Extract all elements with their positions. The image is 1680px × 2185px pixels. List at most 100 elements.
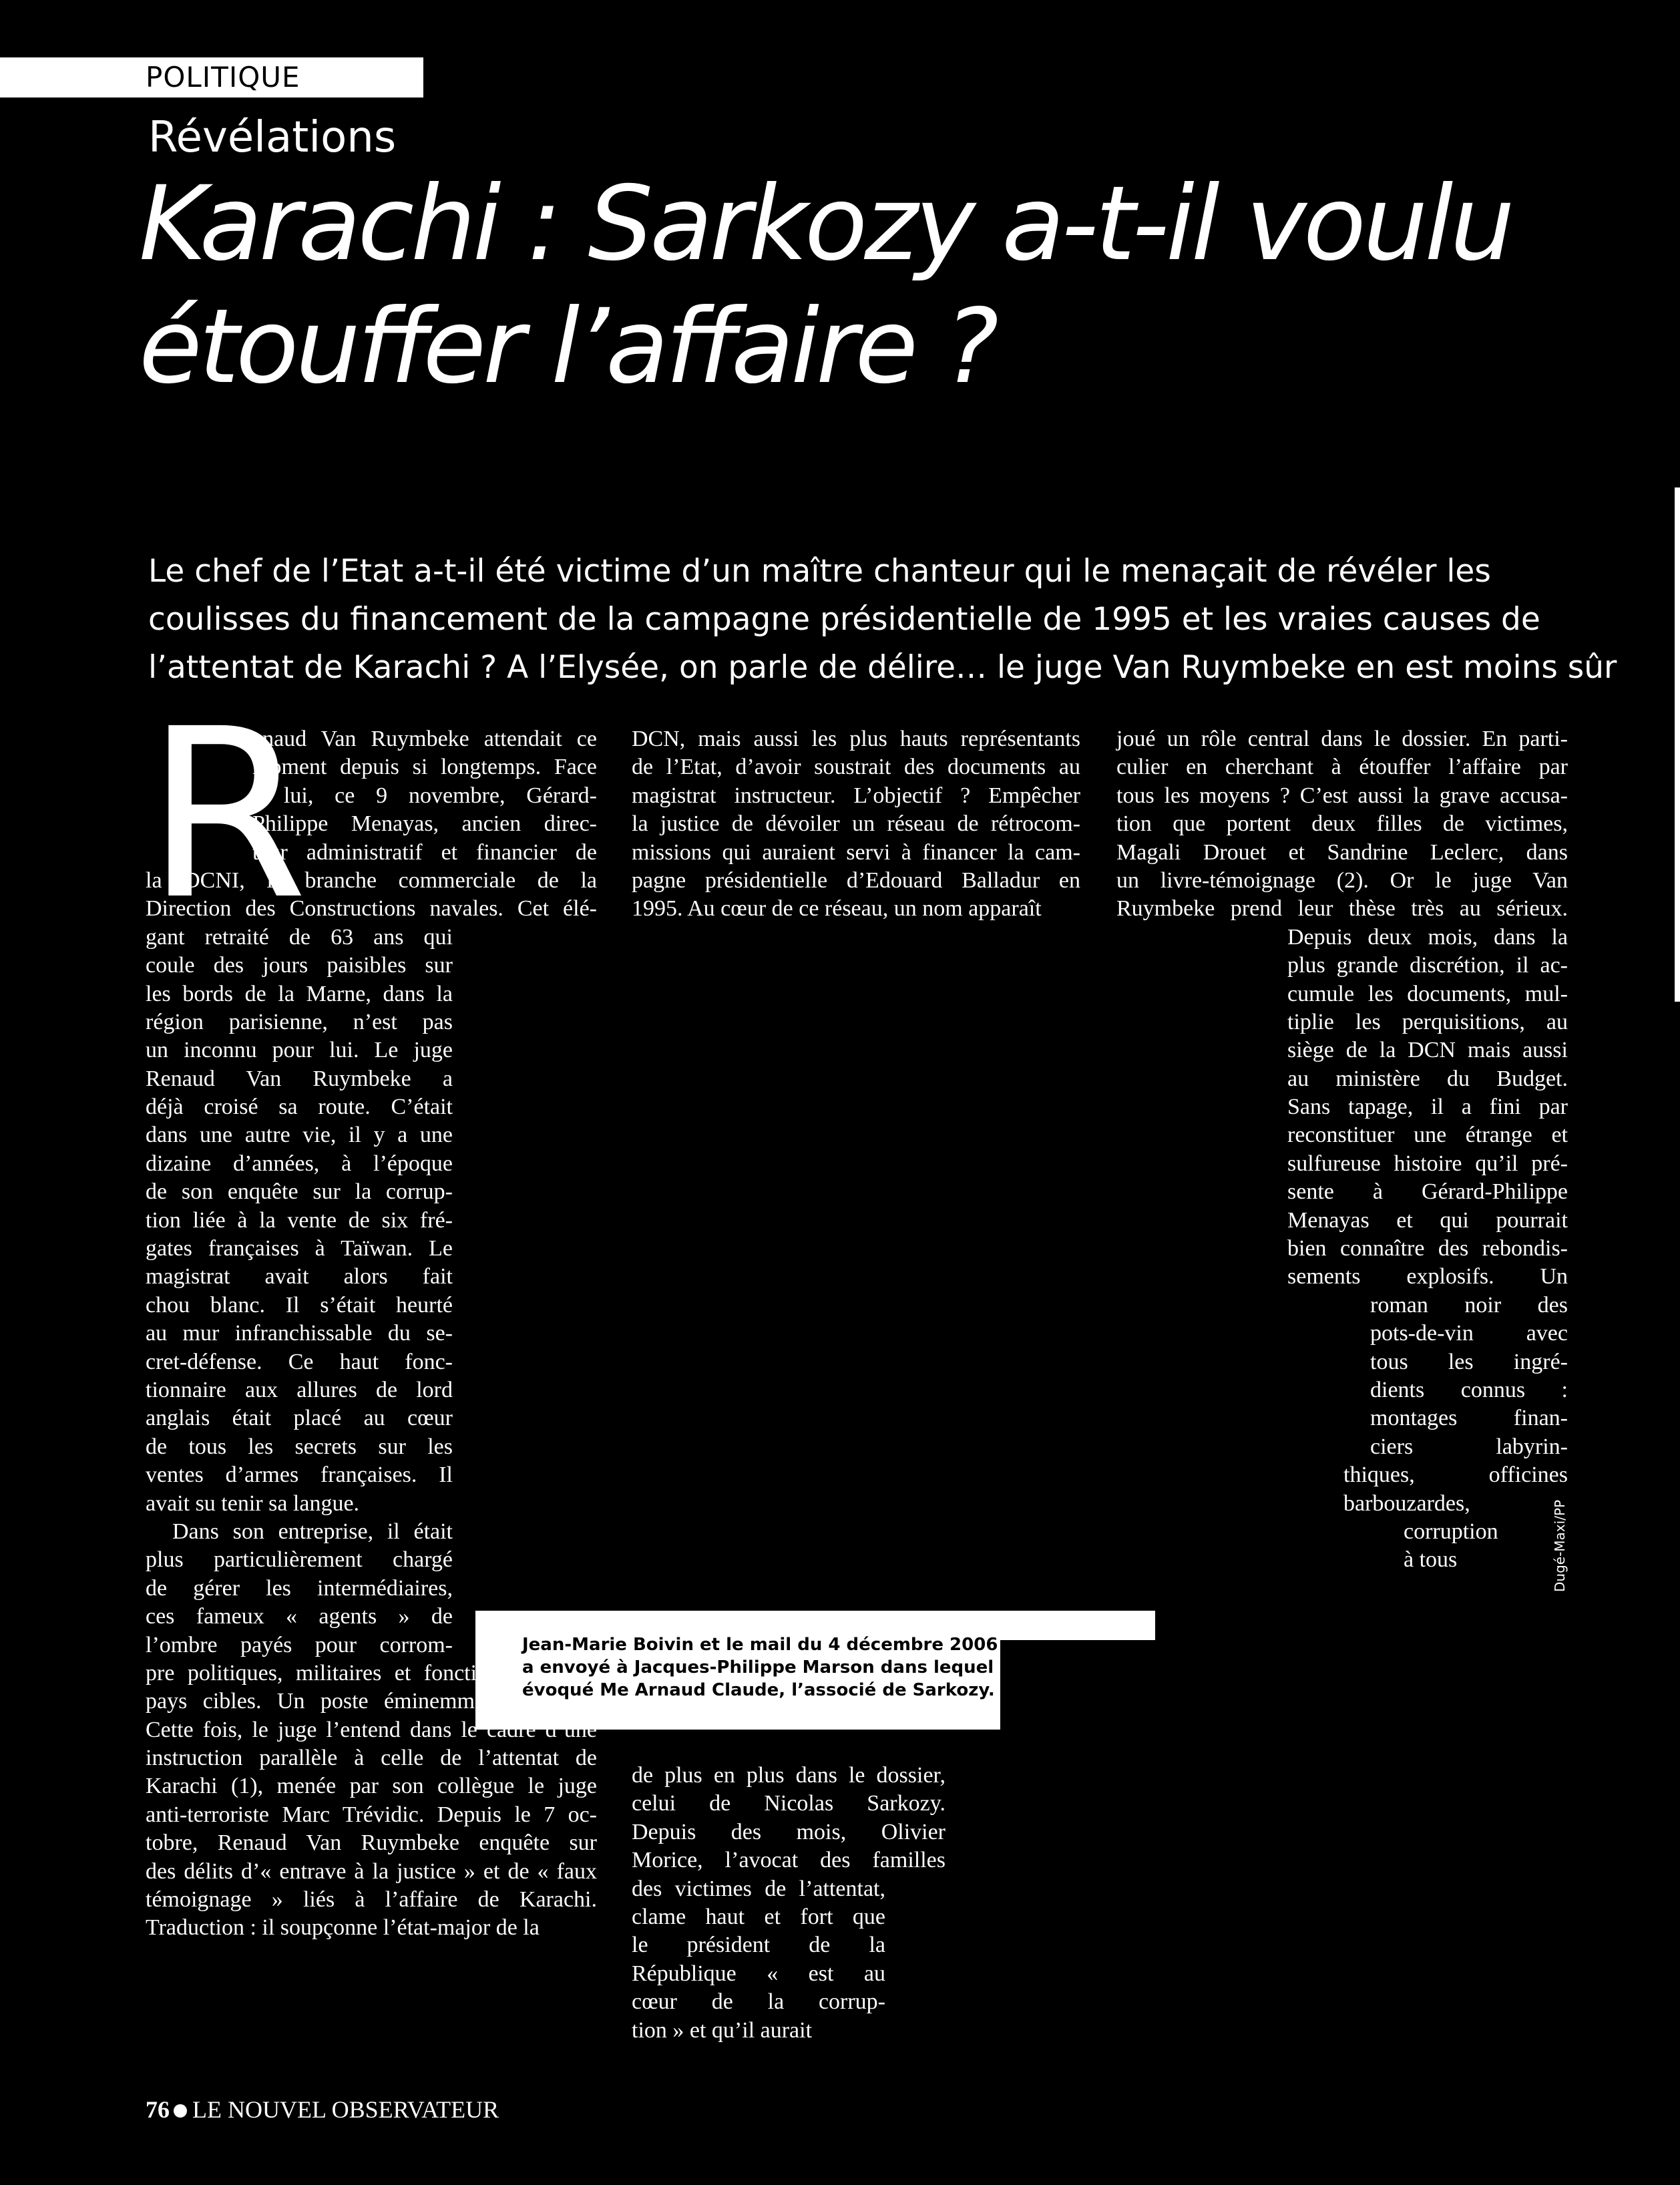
caption-line: a envoyé à Jacques-Philippe Marson dans … [522, 1657, 1030, 1677]
text-line: anglais était placé au cœur [146, 1406, 453, 1431]
text-line: des délits d’« entrave à la justice » et… [146, 1858, 597, 1884]
text-line: de tous les secrets sur les [146, 1434, 453, 1459]
article-column-2-top: DCN, mais aussi les plus hauts représent… [632, 725, 1080, 924]
article-column-2-bottom: de plus en plus dans le dossier, celui de… [632, 1762, 946, 2045]
text-line: cœur de la corrup- [632, 1989, 885, 2015]
text-line: au mur infranchissable du se- [146, 1321, 453, 1346]
text-line: Depuis deux mois, dans la [1287, 924, 1568, 950]
text-line: bien connaître des rebondis- [1287, 1236, 1568, 1261]
standfirst-line: Le chef de l’Etat a-t-il été victime d’u… [148, 553, 1491, 590]
text-line: dizaine d’années, à l’époque [146, 1151, 453, 1176]
text-line: dans une autre vie, il y a une [146, 1123, 453, 1148]
text-line: Traduction : il soupçonne l’état-major d… [146, 1915, 540, 1941]
text-line: Depuis des mois, Olivier [632, 1819, 946, 1844]
text-line: Dans son entreprise, il était [172, 1519, 453, 1544]
bullet-icon [174, 2104, 187, 2118]
text-line: cumule les documents, mul- [1287, 981, 1568, 1006]
text-line: tionnaire aux allures de lord [146, 1377, 453, 1402]
text-line: des victimes de l’attentat, [632, 1876, 885, 1901]
page-edge-rule [1675, 487, 1680, 1002]
text-line: barbouzardes, [1343, 1491, 1470, 1516]
text-line: déjà croisé sa route. C’était [146, 1095, 453, 1120]
text-line: moment depuis si longtemps. Face [252, 755, 597, 780]
text-line: Karachi (1), menée par son collègue le j… [146, 1774, 597, 1799]
text-line: de plus en plus dans le dossier, [632, 1763, 946, 1788]
text-line: ces fameux « agents » de [146, 1604, 453, 1629]
text-line: plus grande discrétion, il ac- [1287, 953, 1568, 978]
text-line: pagne présidentielle d’Edouard Balladur … [632, 867, 1080, 893]
text-line: ciers labyrin- [1370, 1434, 1568, 1459]
text-line: siège de la DCN mais aussi [1287, 1038, 1568, 1063]
article-column-1: enaud Van Ruymbeke attendait ce moment de… [146, 725, 597, 1943]
text-line: Menayas et qui pourrait [1287, 1207, 1568, 1233]
text-line: missions qui auraient servi à financer l… [632, 839, 1080, 865]
text-line: teur administratif et financier de [252, 839, 597, 865]
publication-name: LE NOUVEL OBSERVATEUR [192, 2096, 499, 2123]
text-line: thiques, officines [1343, 1462, 1568, 1488]
text-line: à tous [1404, 1547, 1458, 1573]
text-line: magistrat avait alors fait [146, 1264, 453, 1289]
text-line: Sans tapage, il a fini par [1287, 1095, 1568, 1120]
headline-line: Karachi : Sarkozy a-t-il voulu [139, 164, 1515, 284]
text-line: sements explosifs. Un [1287, 1264, 1568, 1289]
photo-caption: Jean-Marie Boivin et le mail du 4 décemb… [475, 1611, 1048, 1730]
text-line: joué un rôle central dans le dossier. En… [1116, 727, 1568, 751]
text-line: témoignage » liés à l’affaire de Karachi… [146, 1887, 597, 1913]
folio: 76 LE NOUVEL OBSERVATEUR [146, 2096, 499, 2124]
text-line: Direction des Constructions navales. Cet… [146, 896, 597, 922]
text-line: sulfureuse histoire qu’il pré- [1287, 1151, 1568, 1176]
text-line: tobre, Renaud Van Ruymbeke enquête sur [146, 1830, 597, 1856]
text-line: corruption [1404, 1519, 1498, 1544]
text-line: Magali Drouet et Sandrine Leclerc, dans [1116, 839, 1568, 865]
text-line: la DCNI, la branche commerciale de la [146, 867, 597, 893]
kicker: Révélations [148, 113, 397, 162]
text-line: tiplie les perquisitions, au [1287, 1009, 1568, 1034]
text-line: coule des jours paisibles sur [146, 953, 453, 978]
text-line: gates françaises à Taïwan. Le [146, 1236, 453, 1261]
standfirst-line: l’attentat de Karachi ? A l’Elysée, on p… [148, 649, 1617, 686]
text-line: magistrat instructeur. L’objectif ? Empê… [632, 783, 1080, 808]
text-line: la justice de dévoiler un réseau de rétr… [632, 811, 1080, 837]
caption-box-tab [1000, 1611, 1155, 1640]
caption-line: évoqué Me Arnaud Claude, l’associé de Sa… [522, 1680, 995, 1700]
text-line: ventes d’armes françaises. Il [146, 1462, 453, 1488]
text-line: pots-de-vin avec [1370, 1321, 1568, 1346]
text-line: DCN, mais aussi les plus hauts représent… [632, 727, 1080, 751]
text-line: République « est au [632, 1961, 885, 1986]
headline-line: étouffer l’affaire ? [139, 287, 999, 407]
text-line: chou blanc. Il s’était heurté [146, 1292, 453, 1318]
text-line: Morice, l’avocat des familles [632, 1848, 946, 1873]
text-line: culier en cherchant à étouffer l’affaire… [1116, 755, 1568, 780]
text-line: reconstituer une étrange et [1287, 1123, 1568, 1148]
standfirst: Le chef de l’Etat a-t-il été victime d’u… [148, 548, 1617, 692]
text-line: tion » et qu’il aurait [632, 2017, 813, 2043]
text-line: avait su tenir sa langue. [146, 1491, 360, 1516]
text-line: tion liée à la vente de six fré- [146, 1207, 453, 1233]
text-line: celui de Nicolas Sarkozy. [632, 1791, 946, 1816]
text-line: un livre-témoignage (2). Or le juge Van [1116, 867, 1568, 893]
photo-credit: Dugé-Maxi/PP [1552, 1499, 1568, 1592]
text-line: anti-terroriste Marc Trévidic. Depuis le… [146, 1802, 597, 1827]
text-line: de l’Etat, d’avoir soustrait des documen… [632, 755, 1080, 780]
text-line: cret-défense. Ce haut fonc- [146, 1349, 453, 1374]
text-line: gant retraité de 63 ans qui [146, 924, 453, 950]
text-line: plus particulièrement chargé [146, 1547, 453, 1573]
text-line: sente à Gérard-Philippe [1287, 1179, 1568, 1205]
text-line: montages finan- [1370, 1406, 1568, 1431]
text-line: les bords de la Marne, dans la [146, 981, 453, 1006]
article-column-3: joué un rôle central dans le dossier. En… [1116, 725, 1568, 1575]
text-line: tous les moyens ? C’est aussi la grave a… [1116, 783, 1568, 808]
standfirst-line: coulisses du financement de la campagne … [148, 601, 1540, 638]
caption-line: Jean-Marie Boivin et le mail du 4 décemb… [522, 1635, 1048, 1655]
text-line: tous les ingré- [1370, 1349, 1568, 1374]
text-line: de son enquête sur la corrup- [146, 1179, 453, 1205]
text-line: enaud Van Ruymbeke attendait ce [252, 727, 597, 751]
text-line: région parisienne, n’est pas [146, 1009, 453, 1034]
text-line: 1995. Au cœur de ce réseau, un nom appar… [632, 896, 1042, 922]
text-line: au ministère du Budget. [1287, 1066, 1568, 1091]
text-line: Renaud Van Ruymbeke a [146, 1066, 453, 1091]
text-line: instruction parallèle à celle de l’atten… [146, 1746, 597, 1771]
text-line: à lui, ce 9 novembre, Gérard- [252, 783, 597, 808]
text-line: dients connus : [1370, 1377, 1568, 1402]
text-line: de gérer les intermédiaires, [146, 1575, 453, 1601]
